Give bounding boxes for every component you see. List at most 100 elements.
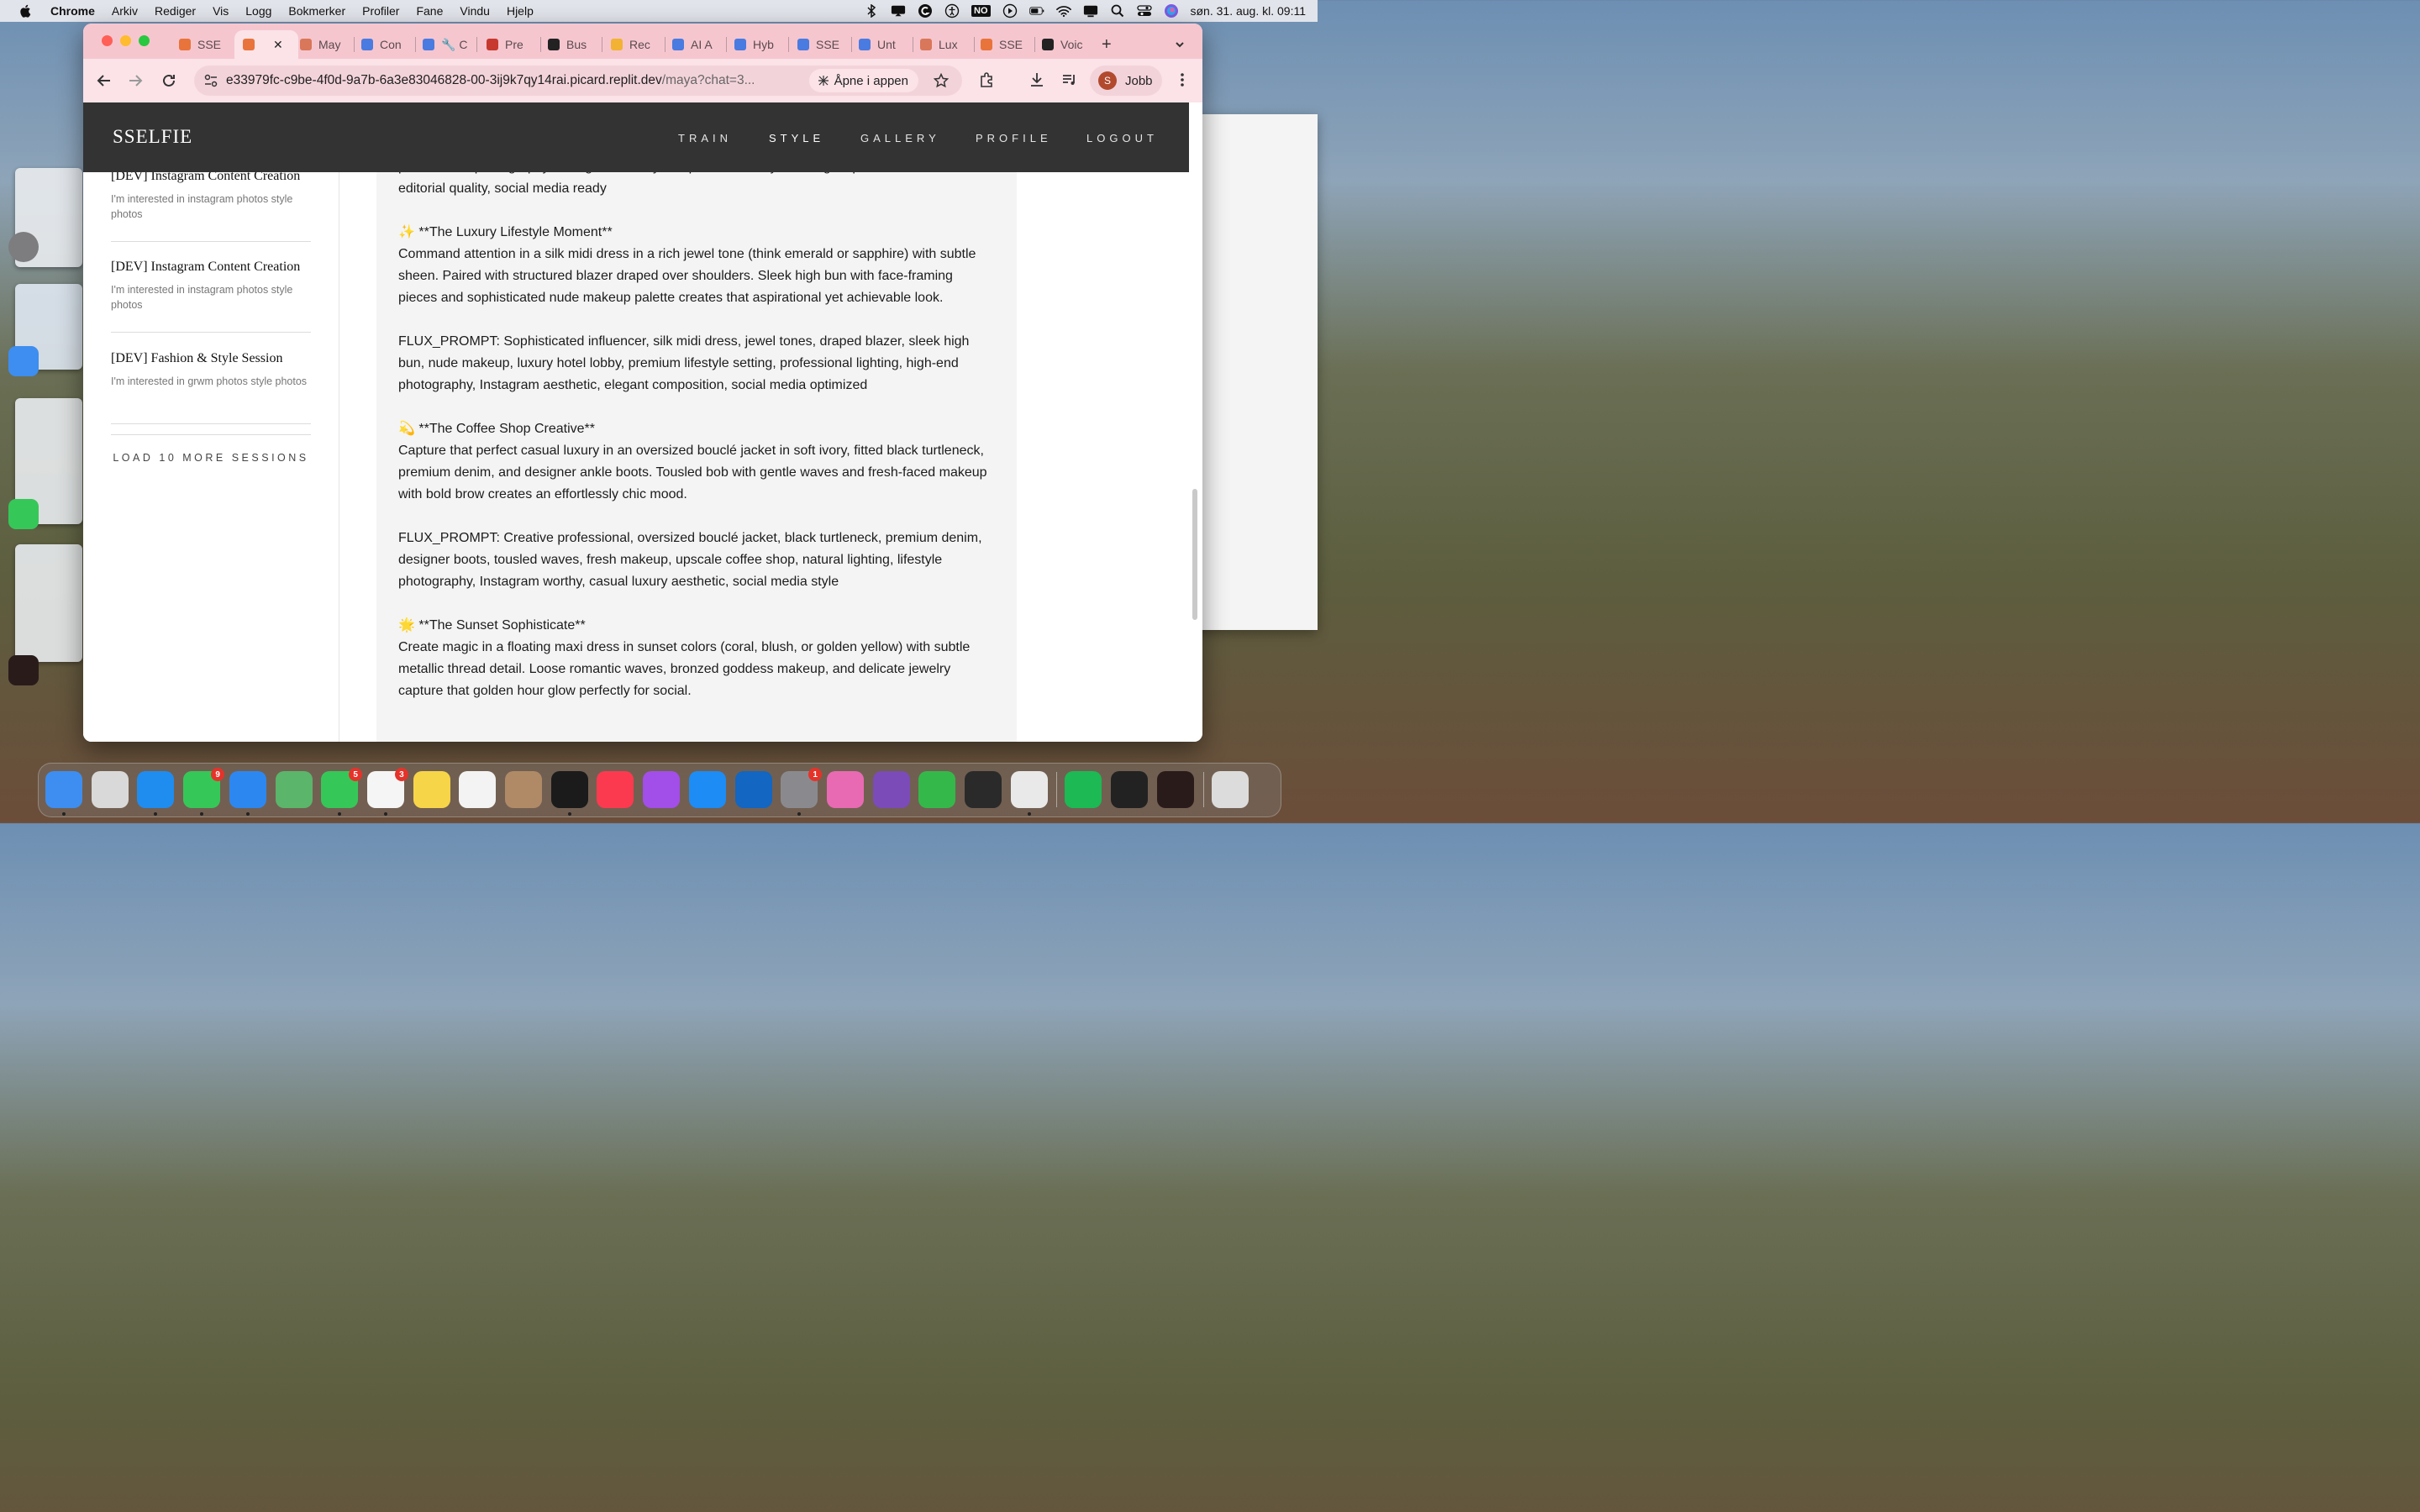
siri-icon[interactable] (1164, 4, 1179, 18)
dock-freeform-icon[interactable] (459, 771, 497, 808)
menu-rediger[interactable]: Rediger (155, 4, 196, 18)
browser-tab[interactable]: Lux (917, 30, 969, 59)
nav-logout[interactable]: LOGOUT (1086, 132, 1158, 144)
dock-perplexity-icon[interactable] (965, 771, 1002, 808)
dock-maps-icon[interactable] (275, 771, 313, 808)
menu-fane[interactable]: Fane (416, 4, 443, 18)
screen-mirror-icon[interactable] (891, 4, 906, 18)
wifi-icon[interactable] (1055, 4, 1071, 18)
menu-arkiv[interactable]: Arkiv (112, 4, 138, 18)
browser-tab[interactable]: AI A (669, 30, 721, 59)
url-text[interactable]: e33979fc-c9be-4f0d-9a7b-6a3e83046828-00-… (226, 73, 755, 88)
dock-tv-icon[interactable] (550, 771, 588, 808)
session-item[interactable]: [DEV] Fashion & Style Session I'm intere… (111, 351, 311, 424)
back-arrow-icon[interactable] (97, 73, 112, 88)
control-center-icon[interactable] (1136, 4, 1152, 18)
close-tab-icon[interactable]: ✕ (273, 38, 283, 52)
dock-reminders-icon[interactable]: 3 (366, 768, 408, 808)
chat-panel: leather pants, layered gold jewelry, sof… (376, 102, 1017, 742)
dock-spotify-icon[interactable] (1065, 771, 1102, 808)
dock-numbers-icon[interactable] (918, 771, 956, 808)
forward-arrow-icon[interactable] (128, 73, 143, 88)
browser-tab[interactable]: Voic (1039, 30, 1091, 59)
reload-icon[interactable] (161, 73, 176, 88)
battery-icon[interactable] (1028, 4, 1044, 18)
menu-vis[interactable]: Vis (213, 4, 229, 18)
spotlight-search-icon[interactable] (1110, 4, 1125, 18)
browser-tab[interactable]: SSE (977, 30, 1029, 59)
media-control-icon[interactable] (1061, 71, 1078, 88)
nav-profile[interactable]: PROFILE (976, 132, 1052, 144)
dock-chrome-icon[interactable] (1010, 771, 1048, 808)
dock-voice-memos-icon[interactable] (1156, 771, 1194, 808)
menu-bokmerker[interactable]: Bokmerker (288, 4, 345, 18)
display-icon[interactable] (1083, 4, 1098, 18)
input-source-badge[interactable]: NO (971, 5, 991, 17)
menubar-clock[interactable]: søn. 31. aug. kl. 09:11 (1191, 4, 1307, 18)
dock-system-settings-icon[interactable]: 1 (781, 768, 823, 808)
dock-app-store-icon[interactable] (688, 771, 726, 808)
tab-favicon-icon (981, 39, 992, 50)
tab-search-button[interactable] (1174, 30, 1186, 59)
close-window-button[interactable] (102, 35, 113, 46)
open-in-app-button[interactable]: Åpne i appen (808, 69, 918, 92)
menu-profiler[interactable]: Profiler (362, 4, 399, 18)
bluetooth-icon[interactable] (864, 4, 879, 18)
dock-cube-icon[interactable] (1111, 771, 1149, 808)
site-logo[interactable]: SSELFIE (113, 126, 192, 148)
dock-outlook-icon[interactable] (734, 771, 772, 808)
browser-tab[interactable]: ✕ (234, 30, 298, 59)
zoom-window-button[interactable] (139, 35, 150, 46)
background-window[interactable] (1193, 114, 1318, 630)
browser-tab[interactable]: Rec (608, 30, 660, 59)
menu-vindu[interactable]: Vindu (460, 4, 490, 18)
dock-github-icon[interactable] (872, 771, 910, 808)
dock-keynote-icon[interactable] (826, 771, 864, 808)
tab-label: SSE (999, 38, 1023, 51)
new-tab-button[interactable]: + (1102, 30, 1112, 59)
browser-tab[interactable]: Hyb (731, 30, 783, 59)
dock-notes-icon[interactable] (413, 771, 450, 808)
dock-facetime-icon[interactable]: 5 (321, 768, 363, 808)
play-icon[interactable] (1002, 3, 1018, 18)
page-scrollbar[interactable] (1192, 489, 1197, 620)
dock-finder-icon[interactable] (45, 771, 82, 808)
menu-hjelp[interactable]: Hjelp (507, 4, 534, 18)
nav-style[interactable]: STYLE (769, 132, 824, 144)
session-item[interactable]: [DEV] Instagram Content Creation I'm int… (111, 169, 311, 242)
dock-safari-icon[interactable] (137, 771, 175, 808)
session-item[interactable]: [DEV] Instagram Content Creation I'm int… (111, 260, 311, 333)
dock-music-icon[interactable] (597, 771, 634, 808)
dock-mail-icon[interactable] (229, 771, 266, 808)
dock-podcasts-icon[interactable] (643, 771, 681, 808)
browser-tab[interactable]: May (297, 30, 349, 59)
more-menu-icon[interactable] (1176, 71, 1189, 88)
dock-trash-icon[interactable] (1211, 771, 1249, 808)
browser-tab[interactable]: Pre (483, 30, 535, 59)
address-bar[interactable]: e33979fc-c9be-4f0d-9a7b-6a3e83046828-00-… (194, 66, 962, 96)
dock-contacts-icon[interactable] (505, 771, 542, 808)
extensions-icon[interactable] (979, 71, 996, 88)
downloads-icon[interactable] (1028, 71, 1045, 88)
apple-menu-icon[interactable] (18, 3, 34, 18)
browser-tab[interactable]: SSE (794, 30, 846, 59)
browser-tab[interactable]: SSE (176, 30, 228, 59)
dock-messages-icon[interactable]: 9 (183, 768, 225, 808)
dock-launchpad-icon[interactable] (91, 771, 129, 808)
menu-chrome[interactable]: Chrome (50, 4, 95, 18)
bookmark-star-icon[interactable] (934, 73, 949, 88)
grammarly-icon[interactable] (918, 4, 933, 18)
minimize-window-button[interactable] (120, 35, 131, 46)
nav-gallery[interactable]: GALLERY (860, 132, 940, 144)
menu-logg[interactable]: Logg (245, 4, 271, 18)
browser-tab[interactable]: Bus (544, 30, 597, 59)
load-more-sessions-button[interactable]: LOAD 10 MORE SESSIONS (111, 434, 311, 464)
stage-manager-window-4[interactable] (15, 544, 82, 662)
browser-tab[interactable]: Con (358, 30, 410, 59)
accessibility-icon[interactable] (944, 3, 960, 18)
nav-train[interactable]: TRAIN (678, 132, 732, 144)
browser-tab[interactable]: Unt (855, 30, 908, 59)
profile-button[interactable]: S Jobb (1090, 66, 1162, 96)
browser-tab[interactable]: 🔧 C (419, 30, 471, 59)
site-settings-icon[interactable] (204, 74, 218, 87)
